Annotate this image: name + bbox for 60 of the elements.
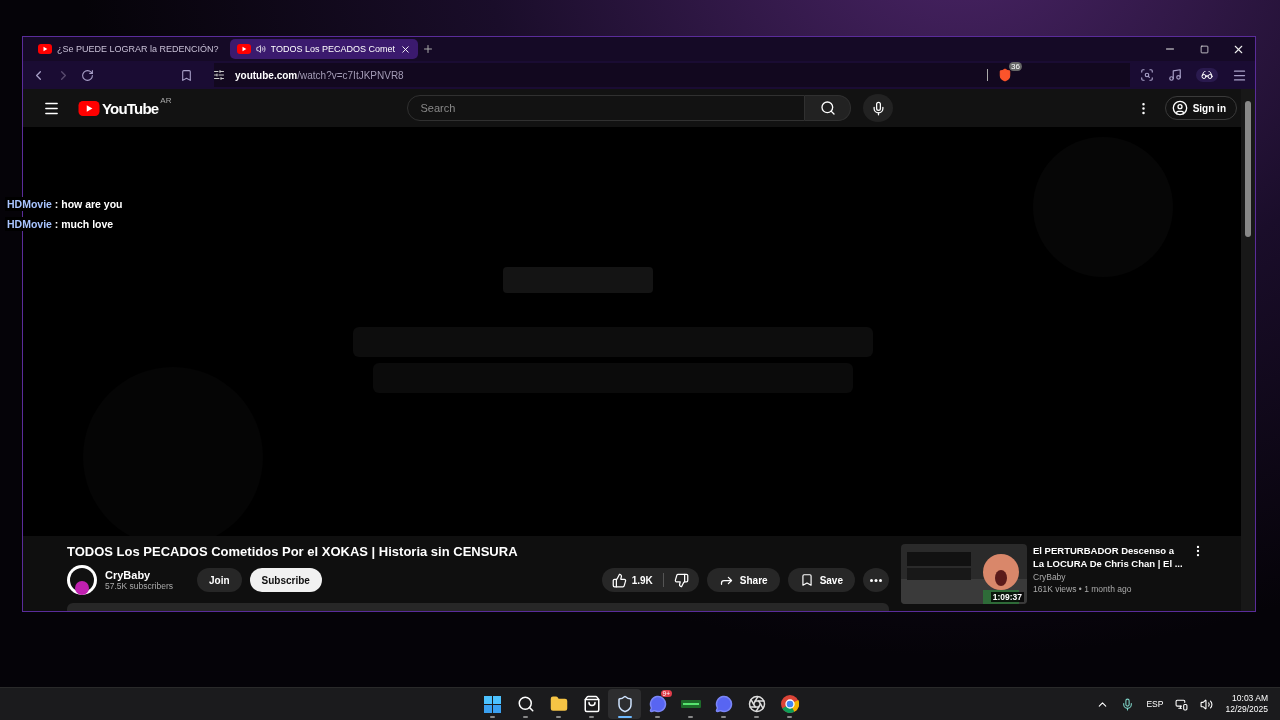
clock[interactable]: 10:03 AM 12/29/2025 [1225,693,1268,715]
new-tab-icon[interactable] [421,43,434,55]
url-text: youtube.com/watch?v=c7ItJKPNVR8 [235,69,404,81]
browser-tab[interactable]: TODOS Los PECADOS Comet [229,39,418,59]
channel-name[interactable]: CryBaby [105,569,189,581]
video-site-icon [236,44,251,54]
aperture-icon [747,695,766,713]
video-title: TODOS Los PECADOS Cometidos Por el XOKAS | Historia sin CENSURA [67,544,519,559]
search-icon [819,100,836,116]
speaker-icon[interactable] [1200,697,1214,711]
language-indicator[interactable]: ESP [1146,699,1164,709]
shield-icon [615,695,634,713]
network-icon[interactable] [1175,697,1189,711]
more-icon [870,578,882,582]
taskbar-app[interactable] [608,689,641,719]
more-actions-button[interactable] [863,568,889,592]
video-stats: 161K views • 1 month ago [1033,584,1133,594]
subscriber-count: 57.5K subscribers [105,581,175,591]
subscribe-button[interactable]: Subscribe [249,568,322,592]
video-duration: 1:09:37 [990,592,1024,602]
video-site-icon [38,44,52,54]
maximize-icon [1199,44,1209,54]
glasses-icon [1201,69,1213,81]
thumbs-down-icon [673,572,689,588]
bookmark-icon[interactable] [180,68,193,82]
private-mode-button[interactable] [1196,68,1218,82]
meter-bar-icon [680,700,701,708]
bookmark-icon [799,573,814,587]
search-field[interactable]: Search [407,95,806,121]
thumbs-up-icon [611,572,627,588]
chat-bubble-icon [648,695,667,713]
blocked-count: 36 [1009,62,1022,71]
microphone-icon[interactable] [1121,697,1135,711]
reload-button[interactable] [81,68,94,82]
search-icon [516,695,535,713]
windows-logo-icon [484,695,501,713]
user-icon [1171,100,1188,116]
channel-avatar[interactable] [67,565,97,595]
shopping-bag-icon [582,695,601,713]
save-button[interactable]: Save [787,568,855,592]
chat-message: HDMovie : how are you [5,197,125,211]
reload-icon [81,68,94,82]
chat-bubble-icon [714,695,733,713]
voice-search-button[interactable] [863,94,894,122]
site-settings-icon[interactable] [213,69,225,81]
video-title[interactable]: El PERTURBADOR Descenso a La LOCURA De Chris Chan | El ... [1033,544,1185,570]
channel-name[interactable]: CryBaby [1033,572,1185,582]
close-icon[interactable] [399,43,411,55]
play-logo-icon [78,100,100,116]
share-button[interactable]: Share [706,568,780,592]
menu-icon[interactable] [1232,67,1247,83]
tricolor-circle-icon [780,695,799,713]
join-button[interactable]: Join [197,568,242,592]
folder-icon [549,695,568,713]
search-button[interactable] [805,95,852,121]
screenshot-icon[interactable] [1140,68,1154,82]
scrollbar[interactable] [1241,89,1255,611]
browser-tab[interactable]: ¿Se PUEDE LOGRAR la REDENCIÓN? [31,39,226,59]
microphone-icon [870,100,886,116]
music-icon[interactable] [1168,68,1182,82]
